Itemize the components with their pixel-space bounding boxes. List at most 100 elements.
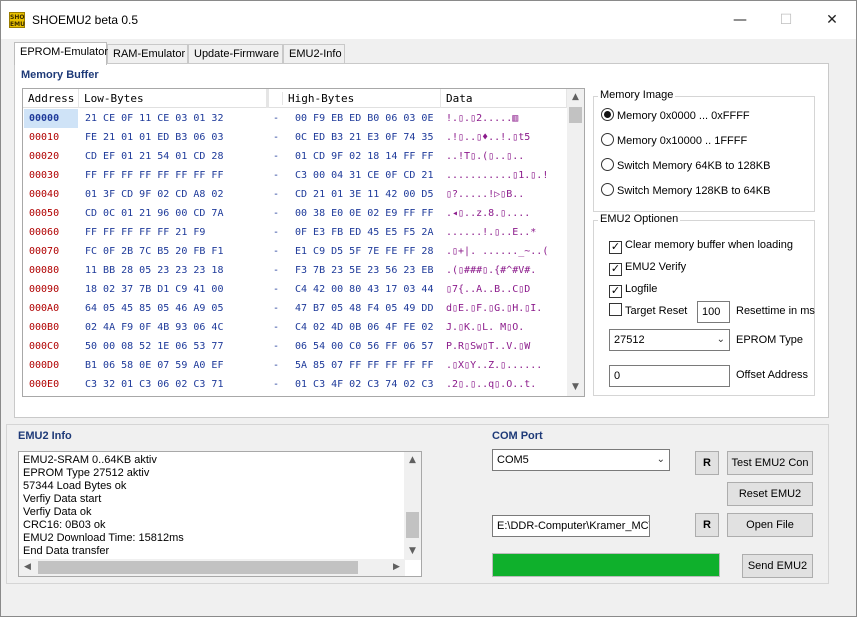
data-cell: !.▯.▯2.....▥ [446, 113, 519, 124]
table-row[interactable]: 00010 FE 21 01 01 ED B3 06 03 - 0C ED B3 21… [23, 128, 567, 147]
column-header-address[interactable]: Address [23, 89, 79, 108]
minimize-button[interactable]: — [717, 1, 763, 39]
scroll-up-icon[interactable]: ▲ [404, 452, 421, 469]
high-bytes-cell: 00 F9 EB ED B0 06 03 0E [295, 113, 434, 124]
checkbox-emu2-verify[interactable]: ✓ EMU2 Verify [609, 258, 686, 276]
eprom-type-value: 27512 [614, 334, 645, 346]
scroll-down-icon[interactable]: ▼ [567, 379, 584, 396]
reset-emu2-button[interactable]: Reset EMU2 [727, 482, 813, 506]
table-row[interactable]: 00030 FF FF FF FF FF FF FF FF - C3 00 04 31… [23, 166, 567, 185]
low-bytes-cell: 50 00 08 52 1E 06 53 77 [85, 341, 224, 352]
scroll-up-icon[interactable]: ▲ [567, 89, 584, 106]
radio-switch-128-to-64[interactable]: Switch Memory 128KB to 64KB [601, 182, 770, 200]
grid-vertical-scrollbar[interactable]: ▲ ▼ [567, 89, 584, 396]
table-row[interactable]: 00070 FC 0F 2B 7C B5 20 FB F1 - E1 C9 D5 5F… [23, 242, 567, 261]
separator-cell: - [273, 284, 280, 295]
low-bytes-cell: 02 4A F9 0F 4B 93 06 4C [85, 322, 224, 333]
table-row[interactable]: 000C0 50 00 08 52 1E 06 53 77 - 06 54 00 C0… [23, 337, 567, 356]
tab-update-firmware[interactable]: Update-Firmware [188, 44, 283, 64]
log-vertical-scrollbar[interactable]: ▲ ▼ [404, 452, 421, 560]
scroll-down-icon[interactable]: ▼ [404, 543, 421, 560]
radio-icon[interactable] [601, 133, 614, 146]
table-row[interactable]: 000E0 C3 32 01 C3 06 02 C3 71 - 01 C3 4F 02… [23, 375, 567, 394]
data-cell: ......!.▯..E..* [446, 227, 537, 238]
address-cell: 00010 [29, 132, 60, 143]
scroll-right-icon[interactable]: ▶ [388, 559, 405, 576]
checkmark-icon[interactable]: ✓ [609, 263, 622, 276]
refresh-port-button[interactable]: R [695, 451, 719, 475]
column-header-high-bytes[interactable]: High-Bytes [267, 89, 441, 108]
separator-cell: - [273, 132, 280, 143]
column-header-low-bytes[interactable]: Low-Bytes [79, 89, 267, 108]
tab-emu2-info[interactable]: EMU2-Info [283, 44, 345, 64]
table-row[interactable]: 00040 01 3F CD 9F 02 CD A8 02 - CD 21 01 3E… [23, 185, 567, 204]
table-row[interactable]: 00080 11 BB 28 05 23 23 23 18 - F3 7B 23 5E… [23, 261, 567, 280]
address-cell: 00050 [29, 208, 60, 219]
radio-icon[interactable] [601, 183, 614, 196]
high-bytes-cell: 47 B7 05 48 F4 05 49 DD [295, 303, 434, 314]
table-row[interactable]: 000A0 64 05 45 85 05 46 A9 05 - 47 B7 05 48… [23, 299, 567, 318]
checkbox-label: EMU2 Verify [625, 261, 687, 273]
app-window: SHO EMU SHOEMU2 beta 0.5 — ☐ ✕ EPROM-Emu… [0, 0, 857, 617]
checkmark-icon[interactable]: ✓ [609, 285, 622, 298]
table-row[interactable]: 000D0 B1 06 58 0E 07 59 A0 EF - 5A 85 07 FF… [23, 356, 567, 375]
checkbox-clear-memory[interactable]: ✓ Clear memory buffer when loading [609, 236, 793, 254]
address-cell: 00070 [29, 246, 60, 257]
tab-eprom-emulator[interactable]: EPROM-Emulator [14, 42, 108, 65]
window-title: SHOEMU2 beta 0.5 [32, 13, 139, 27]
checkbox-target-reset[interactable]: Target Reset [609, 302, 687, 320]
radio-icon[interactable] [601, 158, 614, 171]
low-bytes-cell: B1 06 58 0E 07 59 A0 EF [85, 360, 224, 371]
test-emu2-button[interactable]: Test EMU2 Con [727, 451, 813, 475]
address-cell: 00090 [29, 284, 60, 295]
offset-address-input[interactable]: 0 [609, 365, 730, 387]
checkbox-icon[interactable] [609, 303, 622, 316]
close-button[interactable]: ✕ [809, 1, 855, 39]
column-header-data[interactable]: Data [441, 89, 567, 108]
memory-buffer-grid[interactable]: Address Low-Bytes High-Bytes Data 00000 2… [22, 88, 585, 397]
tab-ram-emulator[interactable]: RAM-Emulator [107, 44, 188, 64]
radio-memory-0x10000[interactable]: Memory 0x10000 .. 1FFFF [601, 132, 747, 150]
resettime-input[interactable]: 100 [697, 301, 730, 323]
table-row[interactable]: 00020 CD EF 01 21 54 01 CD 28 - 01 CD 9F 02… [23, 147, 567, 166]
maximize-button[interactable]: ☐ [763, 1, 809, 39]
log-line: 57344 Load Bytes ok [23, 480, 127, 492]
high-bytes-label: High-Bytes [282, 92, 355, 105]
com-port-select[interactable]: COM5 ⌄ [492, 449, 670, 471]
separator-cell: - [273, 379, 280, 390]
address-cell: 00030 [29, 170, 60, 181]
scroll-thumb[interactable] [406, 512, 419, 538]
chevron-down-icon[interactable]: ⌄ [657, 450, 665, 470]
radio-switch-64-to-128[interactable]: Switch Memory 64KB to 128KB [601, 157, 770, 175]
table-row[interactable]: 00090 18 02 37 7B D1 C9 41 00 - C4 42 00 80… [23, 280, 567, 299]
checkmark-icon[interactable]: ✓ [609, 241, 622, 254]
send-emu2-button[interactable]: Send EMU2 [742, 554, 813, 578]
table-row[interactable]: 00050 CD 0C 01 21 96 00 CD 7A - 00 38 E0 0E… [23, 204, 567, 223]
open-file-button[interactable]: Open File [727, 513, 813, 537]
data-cell: .◂▯..z.8.▯.... [446, 208, 531, 219]
table-row[interactable]: 00000 21 CE 0F 11 CE 03 01 32 - 00 F9 EB ED… [23, 109, 567, 128]
title-bar[interactable]: SHO EMU SHOEMU2 beta 0.5 — ☐ ✕ [1, 1, 856, 39]
log-line: Verfiy Data start [23, 493, 102, 505]
separator-cell: - [273, 322, 280, 333]
radio-memory-0x0000[interactable]: Memory 0x0000 ... 0xFFFF [601, 107, 750, 125]
checkbox-logfile[interactable]: ✓ Logfile [609, 280, 657, 298]
table-row[interactable]: 000B0 02 4A F9 0F 4B 93 06 4C - C4 02 4D 0B… [23, 318, 567, 337]
grid-header: Address Low-Bytes High-Bytes Data [23, 89, 567, 108]
chevron-down-icon[interactable]: ⌄ [717, 330, 725, 350]
scroll-thumb[interactable] [569, 107, 582, 123]
data-cell: .(▯###▯.{#^#V#. [446, 265, 537, 276]
file-path-input[interactable]: E:\DDR-Computer\Kramer_MC\ [492, 515, 650, 537]
radio-selected-icon[interactable] [601, 108, 614, 121]
high-bytes-cell: 0C ED B3 21 E3 0F 74 35 [295, 132, 434, 143]
refresh-file-button[interactable]: R [695, 513, 719, 537]
transfer-progress-bar [492, 553, 720, 577]
eprom-type-select[interactable]: 27512 ⌄ [609, 329, 730, 351]
checkbox-label: Target Reset [625, 305, 688, 317]
scroll-thumb[interactable] [38, 561, 358, 574]
emu2-info-log[interactable]: ▲ ▼ ◀ ▶ EMU2-SRAM 0..64KB aktiv EPROM Typ… [18, 451, 422, 577]
log-horizontal-scrollbar[interactable]: ◀ ▶ [19, 559, 405, 576]
low-bytes-cell: 11 BB 28 05 23 23 23 18 [85, 265, 224, 276]
scroll-left-icon[interactable]: ◀ [19, 559, 36, 576]
table-row[interactable]: 00060 FF FF FF FF FF 21 F9 - 0F E3 FB ED 45… [23, 223, 567, 242]
